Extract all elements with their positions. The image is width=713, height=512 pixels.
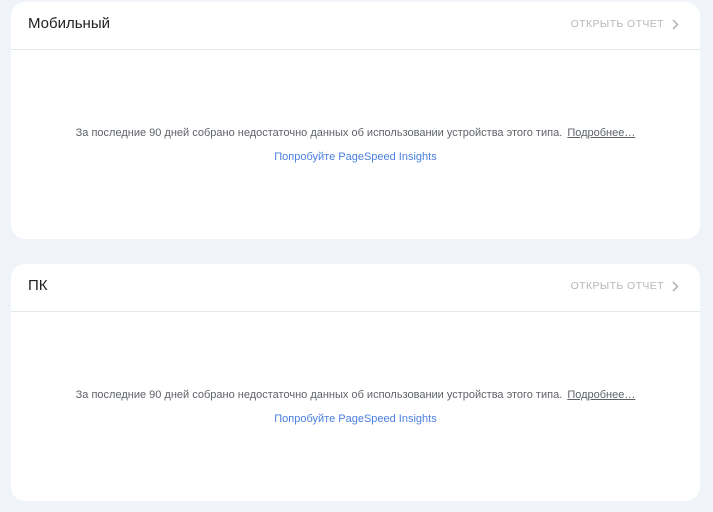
open-report-button[interactable]: ОТКРЫТЬ ОТЧЕТ bbox=[571, 280, 680, 293]
card-header: Мобильный ОТКРЫТЬ ОТЧЕТ bbox=[11, 2, 700, 50]
card-header: ПК ОТКРЫТЬ ОТЧЕТ bbox=[11, 264, 700, 312]
open-report-label: ОТКРЫТЬ ОТЧЕТ bbox=[570, 280, 664, 292]
psi-link-row: Попробуйте PageSpeed Insights bbox=[11, 412, 700, 426]
card-title: Мобильный bbox=[28, 15, 110, 32]
psi-link-row: Попробуйте PageSpeed Insights bbox=[11, 150, 700, 164]
insufficient-data-message: За последние 90 дней собрано недостаточн… bbox=[11, 126, 700, 140]
desktop-report-card: ПК ОТКРЫТЬ ОТЧЕТ За последние 90 дней со… bbox=[11, 264, 700, 501]
card-title: ПК bbox=[28, 277, 48, 294]
pagespeed-insights-link[interactable]: Попробуйте PageSpeed Insights bbox=[274, 151, 436, 163]
message-text: За последние 90 дней собрано недостаточн… bbox=[75, 389, 563, 401]
mobile-report-card: Мобильный ОТКРЫТЬ ОТЧЕТ За последние 90 … bbox=[11, 2, 700, 239]
open-report-label: ОТКРЫТЬ ОТЧЕТ bbox=[570, 18, 664, 30]
open-report-button[interactable]: ОТКРЫТЬ ОТЧЕТ bbox=[571, 18, 680, 31]
learn-more-link[interactable]: Подробнее… bbox=[567, 389, 635, 401]
insufficient-data-message: За последние 90 дней собрано недостаточн… bbox=[11, 388, 700, 402]
learn-more-link[interactable]: Подробнее… bbox=[567, 127, 635, 139]
pagespeed-insights-link[interactable]: Попробуйте PageSpeed Insights bbox=[274, 413, 436, 425]
message-text: За последние 90 дней собрано недостаточн… bbox=[75, 127, 563, 139]
chevron-right-icon bbox=[670, 18, 680, 31]
chevron-right-icon bbox=[670, 280, 680, 293]
